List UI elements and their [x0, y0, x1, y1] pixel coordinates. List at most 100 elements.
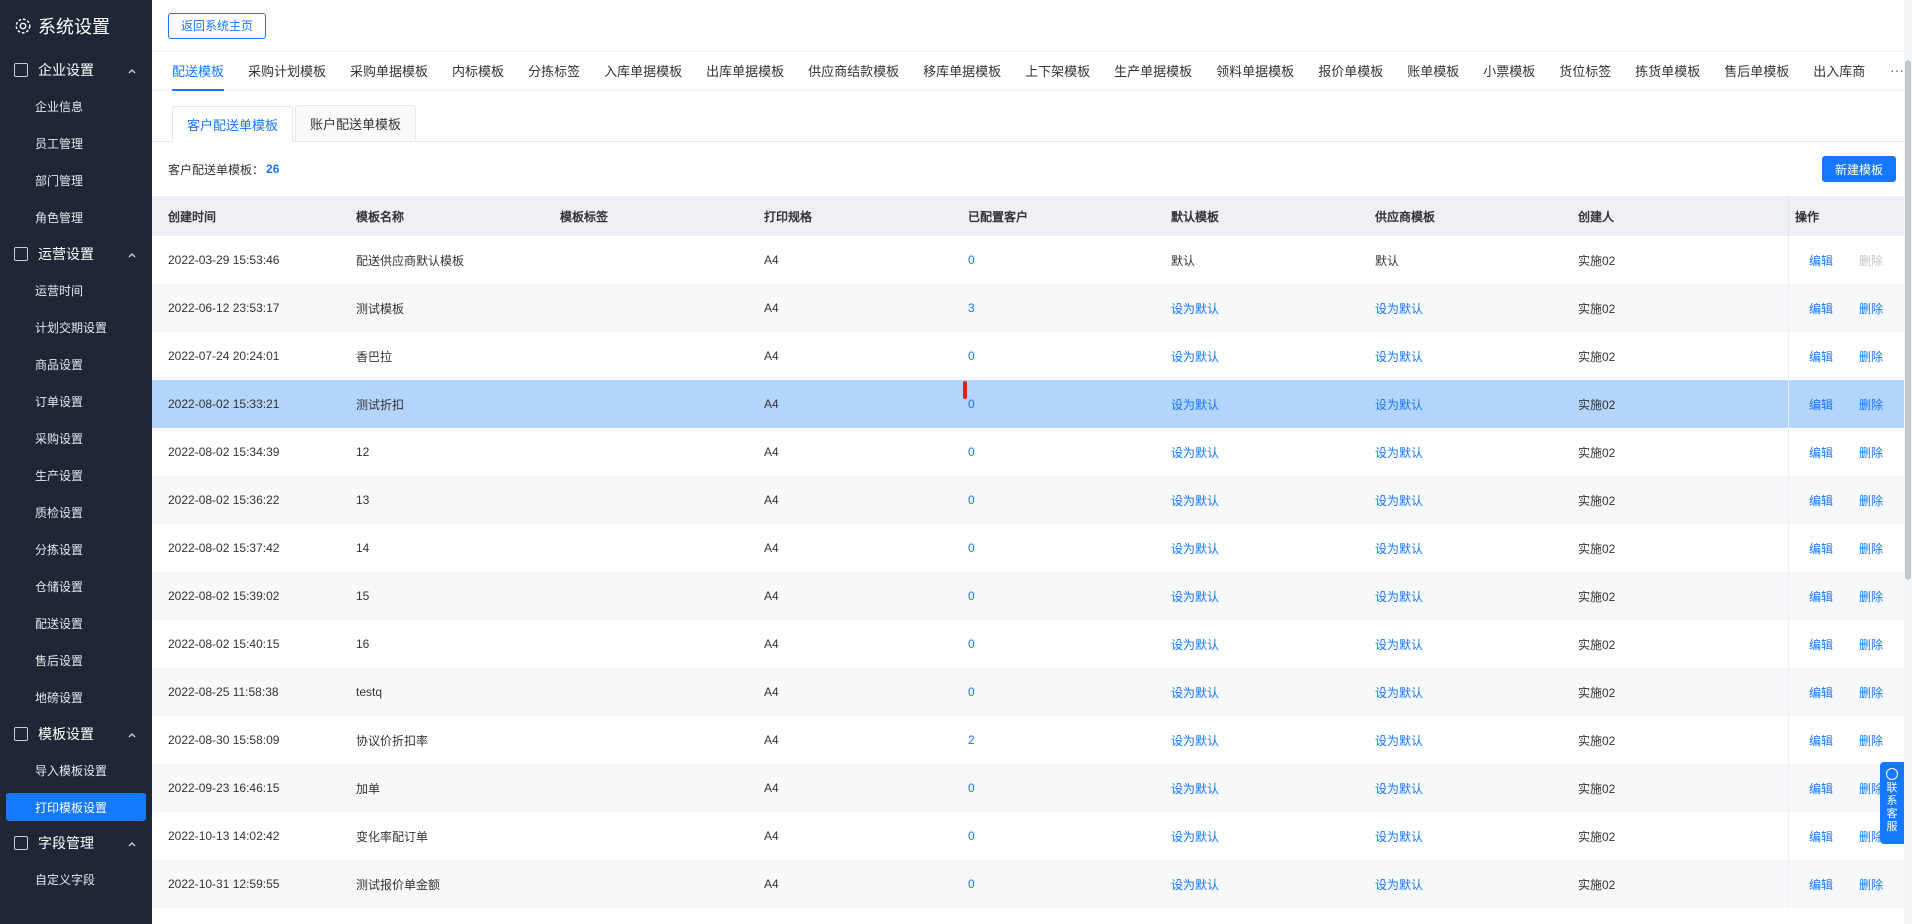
tab-14[interactable]: 小票模板 [1483, 52, 1535, 90]
table-row[interactable]: 2022-06-12 23:53:17 测试模板 A4 3 设为默认 设为默认 实施02 编辑… [152, 284, 1912, 332]
sidebar-item[interactable]: 质检设置 [0, 494, 152, 531]
tab-13[interactable]: 账单模板 [1407, 52, 1459, 90]
edit-link[interactable]: 编辑 [1809, 588, 1833, 605]
set-supplier-default-link[interactable]: 设为默认 [1375, 782, 1423, 796]
table-row[interactable]: 2022-07-24 20:24:01 香巴拉 A4 0 设为默认 设为默认 实施02 编辑 删… [152, 332, 1912, 380]
configured-clients-link[interactable]: 0 [968, 493, 975, 507]
set-supplier-default-link[interactable]: 设为默认 [1375, 302, 1423, 316]
sidebar-group-3[interactable]: 字段管理 [0, 825, 152, 861]
tab-16[interactable]: 拣货单模板 [1635, 52, 1700, 90]
edit-link[interactable]: 编辑 [1809, 876, 1833, 893]
set-default-link[interactable]: 设为默认 [1171, 398, 1219, 412]
set-supplier-default-link[interactable]: 设为默认 [1375, 350, 1423, 364]
edit-link[interactable]: 编辑 [1809, 492, 1833, 509]
tab-11[interactable]: 领料单据模板 [1216, 52, 1294, 90]
table-row[interactable]: 2022-08-02 15:39:02 15 A4 0 设为默认 设为默认 实施02 编辑 删除 [152, 572, 1912, 620]
configured-clients-link[interactable]: 0 [968, 589, 975, 603]
set-default-link[interactable]: 设为默认 [1171, 638, 1219, 652]
sidebar-item[interactable]: 采购设置 [0, 420, 152, 457]
set-default-link[interactable]: 设为默认 [1171, 782, 1219, 796]
tab-9[interactable]: 上下架模板 [1025, 52, 1090, 90]
tab-3[interactable]: 内标模板 [452, 52, 504, 90]
edit-link[interactable]: 编辑 [1809, 300, 1833, 317]
delete-link[interactable]: 删除 [1859, 492, 1883, 509]
table-row[interactable]: 2022-08-30 15:58:09 协议价折扣率 A4 2 设为默认 设为默认 实施02… [152, 716, 1912, 764]
delete-link[interactable]: 删除 [1859, 684, 1883, 701]
tab-10[interactable]: 生产单据模板 [1114, 52, 1192, 90]
configured-clients-link[interactable]: 0 [968, 445, 975, 459]
edit-link[interactable]: 编辑 [1809, 348, 1833, 365]
delete-link[interactable]: 删除 [1859, 588, 1883, 605]
set-default-link[interactable]: 设为默认 [1171, 590, 1219, 604]
sidebar-item[interactable]: 角色管理 [0, 199, 152, 236]
edit-link[interactable]: 编辑 [1809, 780, 1833, 797]
sidebar-item[interactable]: 运营时间 [0, 272, 152, 309]
table-row[interactable]: 2022-10-31 12:59:55 测试报价单金额 A4 0 设为默认 设为默认 实施0… [152, 860, 1912, 908]
tab-15[interactable]: 货位标签 [1559, 52, 1611, 90]
configured-clients-link[interactable]: 0 [968, 781, 975, 795]
tab-4[interactable]: 分拣标签 [528, 52, 580, 90]
scrollbar-thumb[interactable] [1905, 60, 1911, 580]
configured-clients-link[interactable]: 0 [968, 685, 975, 699]
table-row[interactable]: 2022-08-02 15:36:22 13 A4 0 设为默认 设为默认 实施02 编辑 删除 [152, 476, 1912, 524]
delete-link[interactable]: 删除 [1859, 876, 1883, 893]
set-supplier-default-link[interactable]: 设为默认 [1375, 734, 1423, 748]
tab-12[interactable]: 报价单模板 [1318, 52, 1383, 90]
edit-link[interactable]: 编辑 [1809, 732, 1833, 749]
sidebar-item[interactable]: 部门管理 [0, 162, 152, 199]
sidebar-item[interactable]: 订单设置 [0, 383, 152, 420]
table-row[interactable]: 2022-08-02 15:37:42 14 A4 0 设为默认 设为默认 实施02 编辑 删除 [152, 524, 1912, 572]
sidebar-group-2[interactable]: 模板设置 [0, 716, 152, 752]
table-row[interactable]: 2022-08-02 15:33:21 测试折扣 A4 0 设为默认 设为默认 实施02 编辑… [152, 380, 1912, 428]
tab-5[interactable]: 入库单据模板 [604, 52, 682, 90]
set-supplier-default-link[interactable]: 设为默认 [1375, 878, 1423, 892]
sidebar-item[interactable]: 商品设置 [0, 346, 152, 383]
tab-6[interactable]: 出库单据模板 [706, 52, 784, 90]
sidebar-item[interactable]: 配送设置 [0, 605, 152, 642]
configured-clients-link[interactable]: 0 [962, 381, 979, 411]
tab-0[interactable]: 配送模板 [172, 52, 225, 91]
sidebar-item[interactable]: 员工管理 [0, 125, 152, 162]
configured-clients-link[interactable]: 0 [968, 829, 975, 843]
sidebar-item[interactable]: 分拣设置 [0, 531, 152, 568]
sidebar-item[interactable]: 导入模板设置 [0, 752, 152, 789]
configured-clients-link[interactable]: 0 [968, 637, 975, 651]
table-row[interactable]: 2022-08-02 15:40:15 16 A4 0 设为默认 设为默认 实施02 编辑 删除 [152, 620, 1912, 668]
set-supplier-default-link[interactable]: 设为默认 [1375, 398, 1423, 412]
set-supplier-default-link[interactable]: 设为默认 [1375, 590, 1423, 604]
table-row[interactable]: 2022-08-25 11:58:38 testq A4 0 设为默认 设为默认 实施02 编… [152, 668, 1912, 716]
set-supplier-default-link[interactable]: 设为默认 [1375, 830, 1423, 844]
set-default-link[interactable]: 设为默认 [1171, 830, 1219, 844]
tab-1[interactable]: 采购计划模板 [248, 52, 326, 90]
delete-link[interactable]: 删除 [1859, 300, 1883, 317]
configured-clients-link[interactable]: 3 [968, 301, 975, 315]
configured-clients-link[interactable]: 0 [968, 253, 975, 267]
table-row[interactable]: 2022-03-29 15:53:46 配送供应商默认模板 A4 0 默认 默认 实施02 编… [152, 236, 1912, 284]
sidebar-item[interactable]: 仓储设置 [0, 568, 152, 605]
configured-clients-link[interactable]: 2 [968, 733, 975, 747]
set-default-link[interactable]: 设为默认 [1171, 302, 1219, 316]
contact-service-button[interactable]: 联系客服 [1880, 762, 1904, 844]
configured-clients-link[interactable]: 0 [968, 349, 975, 363]
sidebar-group-0[interactable]: 企业设置 [0, 52, 152, 88]
edit-link[interactable]: 编辑 [1809, 396, 1833, 413]
delete-link[interactable]: 删除 [1859, 732, 1883, 749]
edit-link[interactable]: 编辑 [1809, 444, 1833, 461]
table-row[interactable]: 2022-09-23 16:46:15 加单 A4 0 设为默认 设为默认 实施02 编辑 删除 [152, 764, 1912, 812]
set-default-link[interactable]: 设为默认 [1171, 494, 1219, 508]
set-supplier-default-link[interactable]: 设为默认 [1375, 446, 1423, 460]
set-default-link[interactable]: 设为默认 [1171, 446, 1219, 460]
sidebar-group-1[interactable]: 运营设置 [0, 236, 152, 272]
set-default-link[interactable]: 设为默认 [1171, 350, 1219, 364]
sidebar-item[interactable]: 地磅设置 [0, 679, 152, 716]
tab-2[interactable]: 采购单据模板 [350, 52, 428, 90]
edit-link[interactable]: 编辑 [1809, 636, 1833, 653]
sidebar-item[interactable]: 生产设置 [0, 457, 152, 494]
subtab-1[interactable]: 账户配送单模板 [295, 105, 417, 141]
new-template-button[interactable]: 新建模板 [1821, 156, 1896, 182]
delete-link[interactable]: 删除 [1859, 540, 1883, 557]
delete-link[interactable]: 删除 [1859, 348, 1883, 365]
delete-link[interactable]: 删除 [1859, 444, 1883, 461]
delete-link[interactable]: 删除 [1859, 396, 1883, 413]
edit-link[interactable]: 编辑 [1809, 540, 1833, 557]
